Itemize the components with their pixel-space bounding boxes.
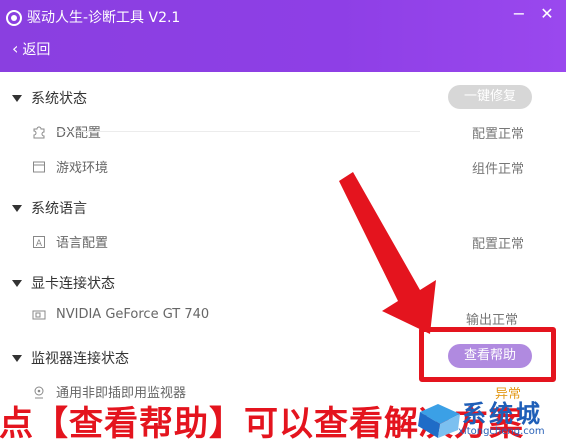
watermark-text: 系统城 [462,400,543,428]
watermark-url: xitongcheng.com [458,426,545,437]
red-arrow-shape [339,172,436,334]
red-arrow-annotation [339,172,436,334]
